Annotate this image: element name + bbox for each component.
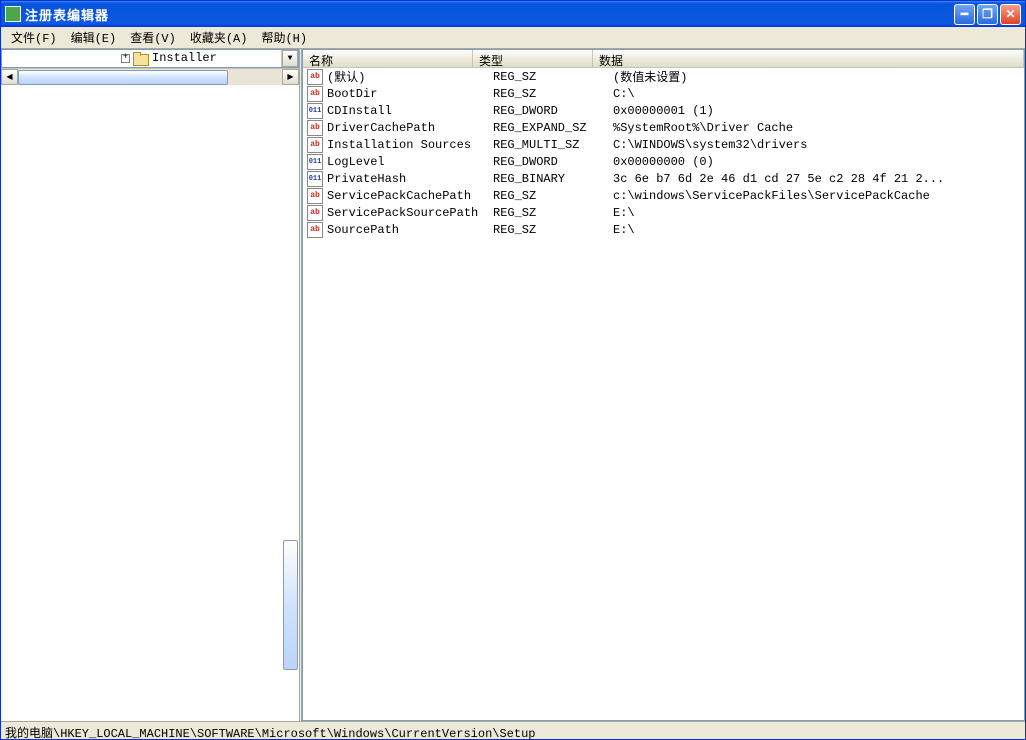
close-button[interactable]: ✕ — [1000, 4, 1021, 25]
menu-item-2[interactable]: 查看(V) — [124, 27, 182, 48]
menu-item-0[interactable]: 文件(F) — [5, 27, 63, 48]
value-type: REG_BINARY — [493, 172, 613, 186]
tree-pane[interactable]: +Installer+Internet SettingsIntlRunIntlR… — [1, 49, 299, 68]
string-value-icon — [307, 86, 323, 102]
list-row[interactable]: PrivateHashREG_BINARY3c 6e b7 6d 2e 46 d… — [303, 170, 1024, 187]
value-name: DriverCachePath — [327, 121, 493, 135]
list-row[interactable]: CDInstallREG_DWORD0x00000001 (1) — [303, 102, 1024, 119]
binary-value-icon — [307, 171, 323, 187]
expand-icon[interactable]: + — [121, 54, 130, 63]
value-data: C:\WINDOWS\system32\drivers — [613, 138, 1024, 152]
value-name: BootDir — [327, 87, 493, 101]
value-name: PrivateHash — [327, 172, 493, 186]
folder-icon — [133, 52, 147, 64]
value-type: REG_DWORD — [493, 155, 613, 169]
scroll-down-button[interactable]: ▼ — [282, 50, 298, 67]
value-type: REG_SZ — [493, 206, 613, 220]
menu-bar: 文件(F)编辑(E)查看(V)收藏夹(A)帮助(H) — [1, 27, 1025, 49]
list-row[interactable]: ServicePackSourcePathREG_SZE:\ — [303, 204, 1024, 221]
list-row[interactable]: LogLevelREG_DWORD0x00000000 (0) — [303, 153, 1024, 170]
body-area: +Installer+Internet SettingsIntlRunIntlR… — [1, 49, 1025, 721]
titlebar[interactable]: 注册表编辑器 ━ ❐ ✕ — [1, 1, 1025, 27]
list-body: (默认)REG_SZ(数值未设置)BootDirREG_SZC:\CDInsta… — [303, 68, 1024, 720]
menu-item-4[interactable]: 帮助(H) — [255, 27, 313, 48]
value-name: (默认) — [327, 68, 493, 85]
value-type: REG_SZ — [493, 223, 613, 237]
value-type: REG_SZ — [493, 87, 613, 101]
maximize-button[interactable]: ❐ — [977, 4, 998, 25]
scroll-thumb[interactable] — [283, 540, 298, 670]
value-type: REG_DWORD — [493, 104, 613, 118]
value-data: c:\windows\ServicePackFiles\ServicePackC… — [613, 189, 1024, 203]
list-row[interactable]: Installation SourcesREG_MULTI_SZC:\WINDO… — [303, 136, 1024, 153]
tree-horizontal-scrollbar[interactable]: ◀ ▶ — [1, 68, 299, 85]
list-header: 名称 类型 数据 — [303, 50, 1024, 68]
value-name: CDInstall — [327, 104, 493, 118]
string-value-icon — [307, 222, 323, 238]
hscroll-thumb[interactable] — [18, 70, 228, 85]
column-header-type[interactable]: 类型 — [473, 50, 593, 67]
value-data: C:\ — [613, 87, 1024, 101]
window-controls: ━ ❐ ✕ — [954, 4, 1021, 25]
list-row[interactable]: ServicePackCachePathREG_SZc:\windows\Ser… — [303, 187, 1024, 204]
scroll-right-button[interactable]: ▶ — [282, 69, 299, 85]
value-name: SourcePath — [327, 223, 493, 237]
app-icon — [5, 6, 21, 22]
value-data: E:\ — [613, 206, 1024, 220]
column-header-name[interactable]: 名称 — [303, 50, 473, 67]
list-row[interactable]: DriverCachePathREG_EXPAND_SZ%SystemRoot%… — [303, 119, 1024, 136]
binary-value-icon — [307, 154, 323, 170]
scroll-left-button[interactable]: ◀ — [1, 69, 18, 85]
value-data: 3c 6e b7 6d 2e 46 d1 cd 27 5e c2 28 4f 2… — [613, 172, 1024, 186]
menu-item-3[interactable]: 收藏夹(A) — [184, 27, 254, 48]
value-data: 0x00000001 (1) — [613, 104, 1024, 118]
window-title: 注册表编辑器 — [25, 5, 954, 24]
value-data: (数值未设置) — [613, 68, 1024, 85]
value-name: LogLevel — [327, 155, 493, 169]
binary-value-icon — [307, 103, 323, 119]
column-header-data[interactable]: 数据 — [593, 50, 1024, 67]
list-row[interactable]: (默认)REG_SZ(数值未设置) — [303, 68, 1024, 85]
value-type: REG_MULTI_SZ — [493, 138, 613, 152]
string-value-icon — [307, 205, 323, 221]
value-type: REG_EXPAND_SZ — [493, 121, 613, 135]
value-data: E:\ — [613, 223, 1024, 237]
menu-item-1[interactable]: 编辑(E) — [65, 27, 123, 48]
value-name: ServicePackSourcePath — [327, 206, 493, 220]
tree-node-label: Installer — [150, 51, 219, 65]
value-type: REG_SZ — [493, 189, 613, 203]
value-data: 0x00000000 (0) — [613, 155, 1024, 169]
tree-vertical-scrollbar[interactable]: ▲ ▼ — [281, 50, 298, 67]
tree-pane-wrap: +Installer+Internet SettingsIntlRunIntlR… — [1, 49, 299, 721]
registry-editor-window: 注册表编辑器 ━ ❐ ✕ 文件(F)编辑(E)查看(V)收藏夹(A)帮助(H) … — [0, 0, 1026, 740]
string-value-icon — [307, 69, 323, 85]
list-row[interactable]: SourcePathREG_SZE:\ — [303, 221, 1024, 238]
value-data: %SystemRoot%\Driver Cache — [613, 121, 1024, 135]
value-type: REG_SZ — [493, 70, 613, 84]
tree-node[interactable]: + Installer — [2, 50, 281, 66]
minimize-button[interactable]: ━ — [954, 4, 975, 25]
string-value-icon — [307, 120, 323, 136]
values-list-pane[interactable]: 名称 类型 数据 (默认)REG_SZ(数值未设置)BootDirREG_SZC… — [302, 49, 1025, 721]
value-name: Installation Sources — [327, 138, 493, 152]
string-value-icon — [307, 188, 323, 204]
status-bar: 我的电脑\HKEY_LOCAL_MACHINE\SOFTWARE\Microso… — [1, 721, 1025, 739]
list-row[interactable]: BootDirREG_SZC:\ — [303, 85, 1024, 102]
value-name: ServicePackCachePath — [327, 189, 493, 203]
string-value-icon — [307, 137, 323, 153]
tree-node[interactable]: +Internet Settings — [2, 66, 281, 67]
